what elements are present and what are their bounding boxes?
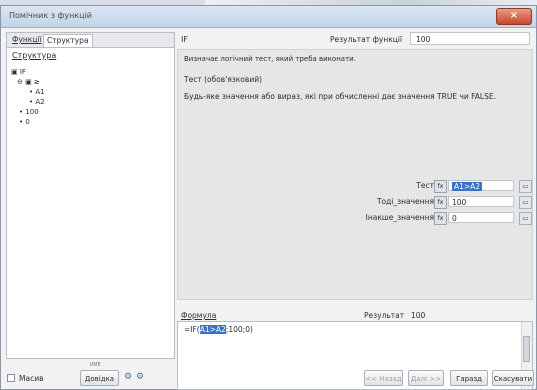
param-test-input[interactable]: A1>A2 [448,180,514,191]
param-else-input[interactable]: 0 [448,212,514,223]
shrink-icon[interactable]: ▭ [519,212,532,225]
param-row-then: Тоді_значення fx 100 ▭ [178,196,534,209]
structure-tree: ▣ IF ⊖ ▣ ≥ • A1 • A2 • 100 • 0 [11,67,45,127]
cancel-button[interactable]: Скасувати [492,370,534,386]
function-name: IF [181,35,188,44]
scrollbar-thumb[interactable] [523,336,530,362]
structure-panel: Функції Структура Структура ▣ IF ⊖ ▣ ≥ • A… [6,32,175,359]
formula-text[interactable]: =IF(A1>A2;100;0) [184,325,253,334]
param-label: Тоді_значення [376,197,434,206]
tree-node[interactable]: • 100 [11,107,45,117]
tree-node[interactable]: ⊖ ▣ ≥ [11,77,45,87]
function-description: Визначає логічний тест, який треба викон… [184,55,356,63]
param-then-input[interactable]: 100 [448,196,514,207]
gear-icon: ⚙ [124,372,133,382]
tab-functions[interactable]: Функції [9,34,45,46]
tab-bar: Функції Структура [7,33,174,48]
title-bar: Помічник з функцій × [1,6,536,28]
shrink-icon[interactable]: ▭ [519,180,532,193]
close-icon: × [509,10,519,21]
formula-result-label: Результат [364,311,405,320]
button-bar: Масив ИИЕ Довідка ⚙ ⚙ << Назад Далі >> Г… [1,362,536,390]
fx-icon[interactable]: fx [434,196,447,209]
fx-icon[interactable]: fx [434,212,447,225]
param-row-test: Тест fx A1>A2 ▭ [178,180,534,193]
function-result-field: 100 [410,32,530,45]
tab-structure[interactable]: Структура [43,34,93,47]
fx-icon[interactable]: fx [434,180,447,193]
param-label: Тест [416,181,434,190]
formula-result-value: 100 [411,311,426,320]
tree-node[interactable]: • A2 [11,97,45,107]
parameter-description: Будь-яке значення або вираз, які при обч… [184,92,496,101]
help-button[interactable]: Довідка [80,370,119,386]
formula-label: Формула [181,311,217,320]
param-label: Інакше_значення [365,213,434,222]
parameter-title: Тест (обов'язковий) [184,75,262,84]
tree-node[interactable]: • A1 [11,87,45,97]
dialog-title: Помічник з функцій [9,11,92,20]
ok-button[interactable]: Гаразд [450,370,488,386]
structure-label: Структура [12,51,57,60]
function-result-label: Результат функції [330,35,403,44]
gear-icon: ⚙ [136,372,145,382]
shrink-icon[interactable]: ▭ [519,196,532,209]
tree-node[interactable]: • 0 [11,117,45,127]
close-button[interactable]: × [496,8,532,25]
array-checkbox[interactable] [7,374,15,382]
back-button[interactable]: << Назад [364,370,403,386]
tree-node[interactable]: ▣ IF [11,67,45,77]
next-button[interactable]: Далі >> [408,370,444,386]
description-panel: Визначає логічний тест, який треба викон… [177,49,533,300]
param-row-else: Інакше_значення fx 0 ▭ [178,212,534,225]
array-checkbox-label: Масив [19,374,44,383]
function-wizard-dialog: Помічник з функцій × Функції Структура С… [0,5,537,390]
tiny-label: ИИЕ [90,362,101,368]
